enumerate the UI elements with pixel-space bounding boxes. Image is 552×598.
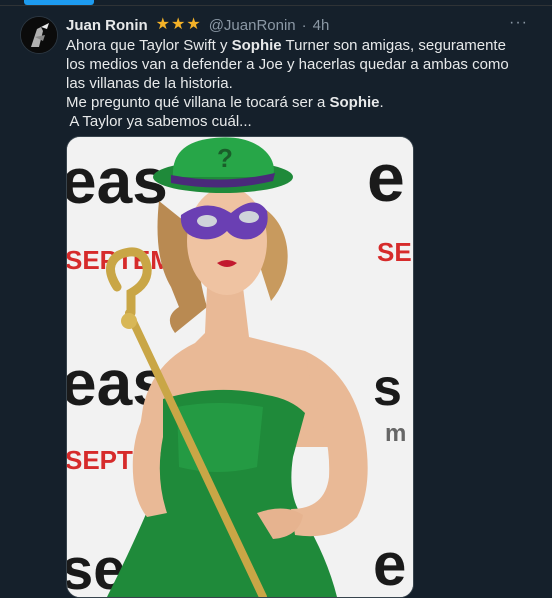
star-icon: ★ [155,16,171,33]
star-icon: ★ [186,16,201,33]
backdrop-word: eas [67,145,168,217]
tweet-line: Ahora que Taylor Swift y Sophie Turner s… [66,36,526,93]
svg-text:?: ? [217,143,233,173]
timestamp[interactable]: 4h [313,17,330,34]
tweet-line: Me pregunto qué villana le tocará ser a … [66,93,526,112]
backdrop-word: s [373,359,402,417]
tweet-image[interactable]: eas SEPTEMBE eas SEPTEM se e SE s m e ? [66,136,414,598]
backdrop-word: e [367,140,405,216]
text-segment: . [379,94,384,111]
tweet-line: A Taylor ya sabemos cuál... [66,113,252,130]
backdrop-word: SE [377,237,412,267]
photo-illustration: eas SEPTEMBE eas SEPTEM se e SE s m e ? [67,137,413,597]
text-bold: Sophie [329,94,380,111]
backdrop-word: e [373,531,406,597]
text-segment: Ahora que Taylor Swift y [66,37,232,54]
star-badges: ★ ★ ★ [156,17,201,33]
avatar[interactable] [20,16,58,54]
more-icon[interactable]: ··· [509,14,528,32]
avatar-image [21,17,57,53]
tweet-text: Ahora que Taylor Swift y Sophie Turner s… [66,36,526,131]
author-handle[interactable]: @JuanRonin [209,17,296,34]
divider [0,5,552,6]
text-bold: Sophie [231,37,282,54]
backdrop-word: m [385,420,406,447]
star-icon: ★ [171,16,186,33]
text-segment: Me pregunto qué villana le tocará ser a [66,94,330,111]
separator-dot: · [301,16,307,34]
tweet-header: Juan Ronin ★ ★ ★ @JuanRonin · 4h [66,14,329,36]
author-name[interactable]: Juan Ronin [66,17,148,34]
